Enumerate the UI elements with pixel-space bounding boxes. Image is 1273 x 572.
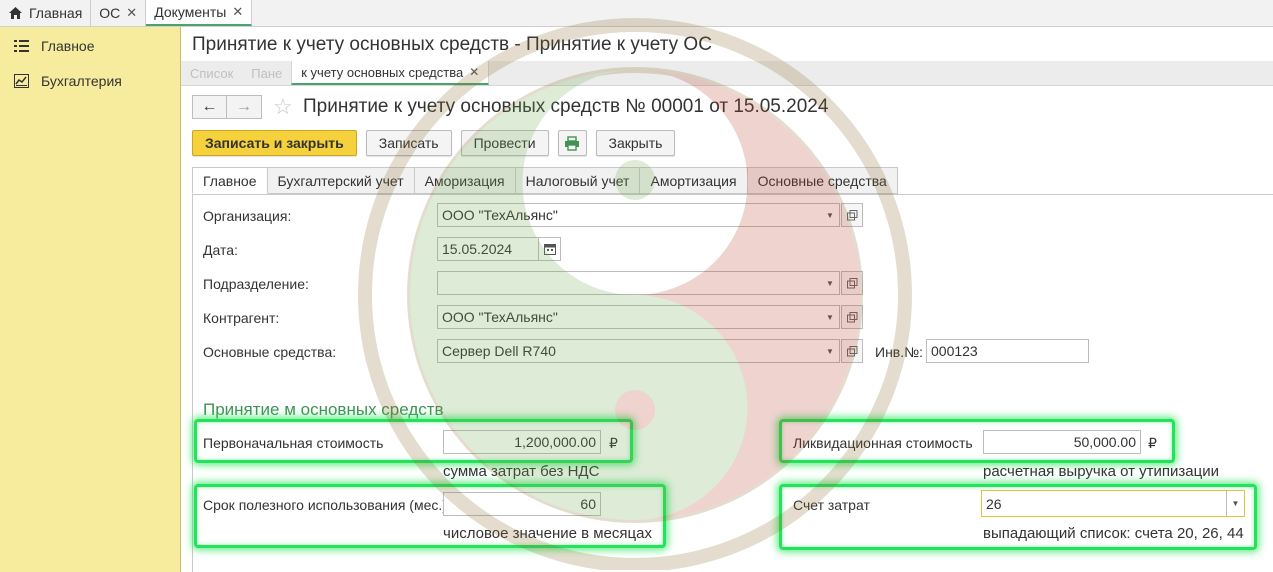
chevron-down-icon[interactable]: ▼ [821, 340, 839, 362]
open-icon [846, 277, 857, 288]
currency-symbol: ₽ [609, 435, 618, 451]
tab-tax-accounting[interactable]: Налоговый учет [515, 167, 641, 194]
fixed-asset-open-button[interactable] [841, 339, 863, 363]
top-tab-label: ОС [99, 5, 121, 21]
salvage-value-hint: расчетная выручка от утипизации [983, 463, 1219, 480]
tab-divider [192, 194, 1273, 195]
sub-tab-document[interactable]: к учету основных средства ✕ [291, 61, 490, 85]
initial-cost-hint: сумма затрат без НДС [443, 463, 600, 480]
initial-cost-label: Первоначальная стоимость [203, 435, 384, 451]
close-button[interactable]: Закрыть [595, 130, 676, 156]
counterparty-field[interactable]: ООО "ТехАльянс" ▼ [437, 305, 840, 329]
top-tab-documents[interactable]: Документы ✕ [146, 0, 253, 26]
sub-tab-bar: Список Пане к учету основных средства ✕ [181, 61, 1273, 86]
tab-amorization[interactable]: Аморизация [414, 167, 516, 194]
useful-life-hint: числовое значение в месяцах [443, 525, 652, 542]
sidebar-item-label: Бухгалтерия [41, 72, 122, 89]
form-title: Принятие к учету основных средств № 0000… [303, 96, 829, 117]
calendar-icon[interactable] [538, 238, 560, 260]
organization-value: ООО "ТехАльянс" [442, 207, 558, 223]
top-tab-home[interactable]: Главная [0, 0, 92, 26]
window-title: Принятие к учету основных средств - Прин… [192, 34, 712, 55]
sub-tab-panel[interactable]: Пане [242, 61, 291, 85]
currency-symbol: ₽ [1148, 435, 1157, 451]
fixed-asset-field[interactable]: Сервер Dell R740 ▼ [437, 339, 840, 363]
list-icon [14, 39, 29, 52]
tab-main[interactable]: Главное [192, 167, 268, 194]
save-button[interactable]: Записать [365, 130, 452, 156]
nav-buttons: ← → [192, 95, 262, 119]
tab-accounting[interactable]: Бухгалтерский учет [267, 167, 415, 194]
date-label: Дата: [203, 242, 238, 258]
chevron-down-icon[interactable]: ▼ [821, 306, 839, 328]
top-tab-os[interactable]: ОС ✕ [91, 0, 147, 26]
counterparty-label: Контрагент: [203, 310, 280, 326]
sidebar-item-accounting[interactable]: Бухгалтерия [0, 63, 180, 98]
initial-cost-value: 1,200,000.00 [514, 434, 596, 450]
counterparty-open-button[interactable] [841, 305, 863, 329]
cost-account-label: Счет затрат [793, 497, 870, 513]
useful-life-field[interactable]: 60 [443, 492, 601, 516]
open-icon [846, 345, 857, 356]
close-icon[interactable]: ✕ [469, 65, 479, 79]
close-icon[interactable]: ✕ [232, 4, 243, 20]
cost-account-value: 26 [986, 495, 1002, 512]
save-and-close-button[interactable]: Записать и закрыть [192, 130, 357, 156]
arrow-right-icon: → [236, 98, 252, 115]
sub-tab-label: к учету основных средства [301, 64, 464, 80]
tab-depreciation[interactable]: Амортизация [640, 167, 748, 194]
main-content: Принятие к учету основных средств - Прин… [181, 27, 1273, 572]
fixed-asset-value: Сервер Dell R740 [442, 343, 556, 359]
star-icon[interactable]: ☆ [273, 95, 293, 119]
top-tab-label: Главная [29, 5, 83, 21]
salvage-value-value: 50,000.00 [1073, 434, 1136, 450]
forward-button[interactable]: → [227, 95, 262, 119]
section-title: Принятие м основных средств [203, 400, 444, 419]
sub-tab-list[interactable]: Список [181, 61, 242, 85]
useful-life-label: Срок полезного использования (мес.) [203, 497, 447, 513]
chevron-down-icon[interactable]: ▼ [821, 204, 839, 226]
toolbar: Записать и закрыть Записать Провести Зак… [192, 130, 676, 156]
cost-account-select[interactable]: 26 ▼ [981, 490, 1245, 517]
fixed-asset-label: Основные средства: [203, 344, 337, 360]
print-button[interactable] [557, 130, 587, 156]
printer-icon [565, 135, 580, 151]
organization-open-button[interactable] [841, 203, 863, 227]
chevron-down-icon[interactable]: ▼ [1226, 491, 1244, 516]
organization-label: Организация: [203, 208, 292, 224]
open-icon [846, 209, 857, 220]
sidebar-item-main[interactable]: Главное [0, 28, 180, 63]
chart-icon [14, 73, 29, 88]
salvage-value-field[interactable]: 50,000.00 [983, 430, 1141, 454]
department-open-button[interactable] [841, 271, 863, 295]
inv-no-label: Инв.№: [875, 344, 924, 360]
sidebar: Главное Бухгалтерия [0, 27, 181, 572]
form-tabs: Главное Бухгалтерский учет Аморизация На… [192, 167, 898, 194]
department-label: Подразделение: [203, 276, 309, 292]
inv-no-field[interactable]: 000123 [926, 339, 1089, 363]
salvage-value-label: Ликвидационная стоимость [793, 435, 973, 451]
back-button[interactable]: ← [192, 95, 227, 119]
date-field[interactable]: 15.05.2024 [437, 237, 561, 261]
open-icon [846, 311, 857, 322]
post-button[interactable]: Провести [460, 130, 549, 156]
initial-cost-field[interactable]: 1,200,000.00 [443, 430, 601, 454]
top-tab-label: Документы [154, 4, 227, 20]
chevron-down-icon[interactable]: ▼ [821, 272, 839, 294]
home-icon [9, 7, 22, 19]
top-tab-bar: Главная ОС ✕ Документы ✕ [0, 0, 1273, 27]
department-field[interactable]: ▼ [437, 271, 840, 295]
date-value: 15.05.2024 [442, 241, 513, 257]
tab-fixed-assets[interactable]: Основные средства [747, 167, 898, 194]
useful-life-value: 60 [580, 496, 596, 512]
sidebar-item-label: Главное [41, 37, 95, 54]
cost-account-hint: выпадающий список: счета 20, 26, 44 [983, 525, 1244, 542]
panel-border [192, 194, 193, 572]
counterparty-value: ООО "ТехАльянс" [442, 309, 558, 325]
organization-field[interactable]: ООО "ТехАльянс" ▼ [437, 203, 840, 227]
close-icon[interactable]: ✕ [126, 5, 137, 21]
inv-no-value: 000123 [931, 343, 978, 359]
arrow-left-icon: ← [201, 98, 218, 115]
